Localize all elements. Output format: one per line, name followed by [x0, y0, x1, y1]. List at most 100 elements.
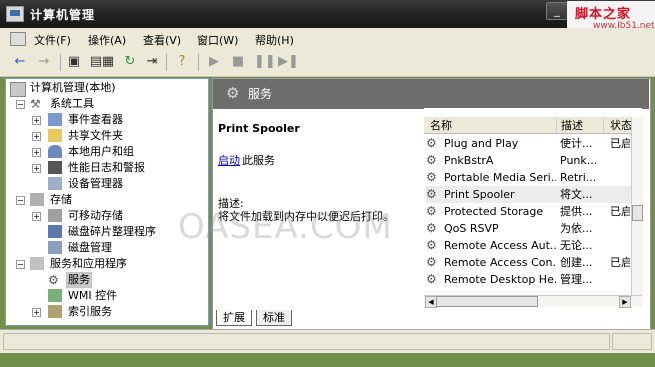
service-description: 无论... — [560, 239, 593, 252]
minimize-button[interactable]: _ — [546, 2, 568, 20]
computer-icon — [10, 82, 26, 97]
export-icon[interactable]: ⇥ — [144, 54, 160, 70]
refresh-icon[interactable]: ↻ — [122, 54, 138, 70]
status-cell — [612, 333, 652, 350]
expand-toggle[interactable]: + — [32, 212, 41, 221]
status-cell — [3, 333, 610, 350]
service-description: 为依... — [560, 222, 593, 235]
tree-event-viewer[interactable]: 事件查看器 — [68, 112, 123, 128]
column-header-name[interactable]: 名称 — [426, 118, 557, 133]
tree-local-users[interactable]: 本地用户和组 — [68, 144, 134, 160]
up-folder-icon[interactable]: ▣ — [66, 54, 82, 70]
tree-system-tools[interactable]: 系统工具 — [50, 96, 94, 112]
services-gear-icon: ⚙ — [226, 84, 240, 102]
window-menu-icon[interactable] — [10, 32, 26, 46]
expand-toggle[interactable]: + — [32, 164, 41, 173]
vertical-scroll-thumb[interactable] — [632, 205, 643, 221]
properties-icon[interactable]: ▦ — [100, 54, 116, 70]
removable-storage-icon — [48, 209, 62, 222]
service-status: 已启 — [610, 205, 630, 218]
tree-storage[interactable]: 存储 — [50, 192, 72, 208]
help-icon[interactable]: ? — [174, 54, 190, 70]
scroll-right-arrow-icon[interactable]: ▶ — [619, 296, 631, 308]
service-name: Remote Desktop He... — [444, 273, 556, 286]
table-row[interactable]: ⚙ Plug and Play 使计... 已启 — [426, 135, 631, 152]
tree-removable-storage[interactable]: 可移动存储 — [68, 208, 123, 224]
table-row[interactable]: ⚙ Remote Access Aut... 无论... — [426, 237, 631, 254]
table-row-selected[interactable]: ⚙ Print Spooler 将文... — [426, 186, 631, 203]
table-row[interactable]: ⚙ Portable Media Seri... Retri... — [426, 169, 631, 186]
service-description: 创建... — [560, 256, 593, 269]
expand-toggle[interactable]: + — [32, 132, 41, 141]
toolbar-separator — [166, 54, 167, 71]
restart-icon[interactable]: ▶❚ — [278, 54, 299, 70]
collapse-toggle[interactable]: − — [16, 196, 25, 205]
column-header-status[interactable]: 状态 — [606, 118, 632, 133]
menu-help[interactable]: 帮助(H) — [255, 32, 294, 48]
tree-services-apps[interactable]: 服务和应用程序 — [50, 256, 127, 272]
selected-service-name: Print Spooler — [218, 122, 300, 135]
column-header-description[interactable]: 描述 — [557, 118, 604, 133]
menu-action[interactable]: 操作(A) — [88, 32, 126, 48]
service-name: Portable Media Seri... — [444, 171, 556, 184]
table-row[interactable]: ⚙ Protected Storage 提供... 已启 — [426, 203, 631, 220]
details-header — [213, 79, 649, 109]
computer-management-icon — [6, 6, 24, 22]
tree-shared-folders[interactable]: 共享文件夹 — [68, 128, 123, 144]
tab-standard[interactable]: 标准 — [256, 310, 292, 326]
service-description: Retri... — [560, 171, 597, 184]
tree-indexing[interactable]: 索引服务 — [68, 304, 112, 320]
service-name: Protected Storage — [444, 205, 544, 218]
storage-icon — [30, 193, 44, 206]
users-icon — [48, 145, 62, 158]
menu-window[interactable]: 窗口(W) — [197, 32, 238, 48]
service-description: 提供... — [560, 205, 593, 218]
defrag-icon — [48, 225, 62, 238]
tree-wmi[interactable]: WMI 控件 — [68, 288, 117, 304]
menu-view[interactable]: 查看(V) — [143, 32, 181, 48]
service-name: Remote Access Con... — [444, 256, 556, 269]
table-row[interactable]: ⚙ QoS RSVP 为依... — [426, 220, 631, 237]
pause-icon[interactable]: ❚❚ — [254, 54, 276, 70]
console-tree[interactable]: 计算机管理(本地) − ⚒ 系统工具 + 事件查看器 + 共享文件夹 + 本地用… — [5, 78, 209, 326]
start-service-link[interactable]: 启动 — [218, 152, 240, 168]
table-row[interactable]: ⚙ Remote Desktop He... 管理... — [426, 271, 631, 288]
tab-extended[interactable]: 扩展 — [216, 310, 252, 326]
table-row[interactable]: ⚙ PnkBstrA Punk... — [426, 152, 631, 169]
service-description: 管理... — [560, 273, 593, 286]
wmi-icon — [48, 289, 62, 302]
tree-services-selected[interactable]: 服务 — [66, 272, 92, 288]
expand-toggle[interactable]: + — [32, 148, 41, 157]
details-title: 服务 — [248, 87, 273, 101]
expand-toggle[interactable]: + — [32, 308, 41, 317]
back-arrow-icon[interactable]: ← — [12, 54, 28, 70]
service-gear-icon: ⚙ — [426, 153, 437, 167]
event-viewer-icon — [48, 113, 62, 126]
table-row[interactable]: ⚙ Remote Access Con... 创建... 已启 — [426, 254, 631, 271]
stop-icon[interactable]: ■ — [230, 54, 246, 70]
center-watermark: OASEA.COM — [178, 207, 393, 247]
service-gear-icon: ⚙ — [426, 221, 437, 235]
services-gear-icon: ⚙ — [48, 273, 59, 287]
service-status: 已启 — [610, 256, 630, 269]
collapse-toggle[interactable]: − — [16, 260, 25, 269]
tree-root[interactable]: 计算机管理(本地) — [30, 80, 116, 96]
expand-toggle[interactable]: + — [32, 116, 41, 125]
service-name: Remote Access Aut... — [444, 239, 556, 252]
tree-defrag[interactable]: 磁盘碎片整理程序 — [68, 224, 156, 240]
forward-arrow-icon[interactable]: → — [36, 54, 52, 70]
tree-device-manager[interactable]: 设备管理器 — [68, 176, 123, 192]
service-gear-icon: ⚙ — [426, 204, 437, 218]
shared-folder-icon — [48, 129, 62, 142]
horizontal-scroll-thumb[interactable] — [436, 296, 538, 307]
menu-file[interactable]: 文件(F) — [34, 32, 71, 48]
tree-disk-management[interactable]: 磁盘管理 — [68, 240, 112, 256]
service-description: 将文... — [560, 188, 593, 201]
tree-perf-logs[interactable]: 性能日志和警报 — [68, 160, 145, 176]
collapse-toggle[interactable]: − — [16, 100, 25, 109]
disk-management-icon — [48, 241, 62, 254]
indexing-icon — [48, 305, 62, 318]
play-icon[interactable]: ▶ — [206, 54, 222, 70]
window-title: 计算机管理 — [30, 8, 96, 22]
toolbar-separator — [198, 54, 199, 71]
